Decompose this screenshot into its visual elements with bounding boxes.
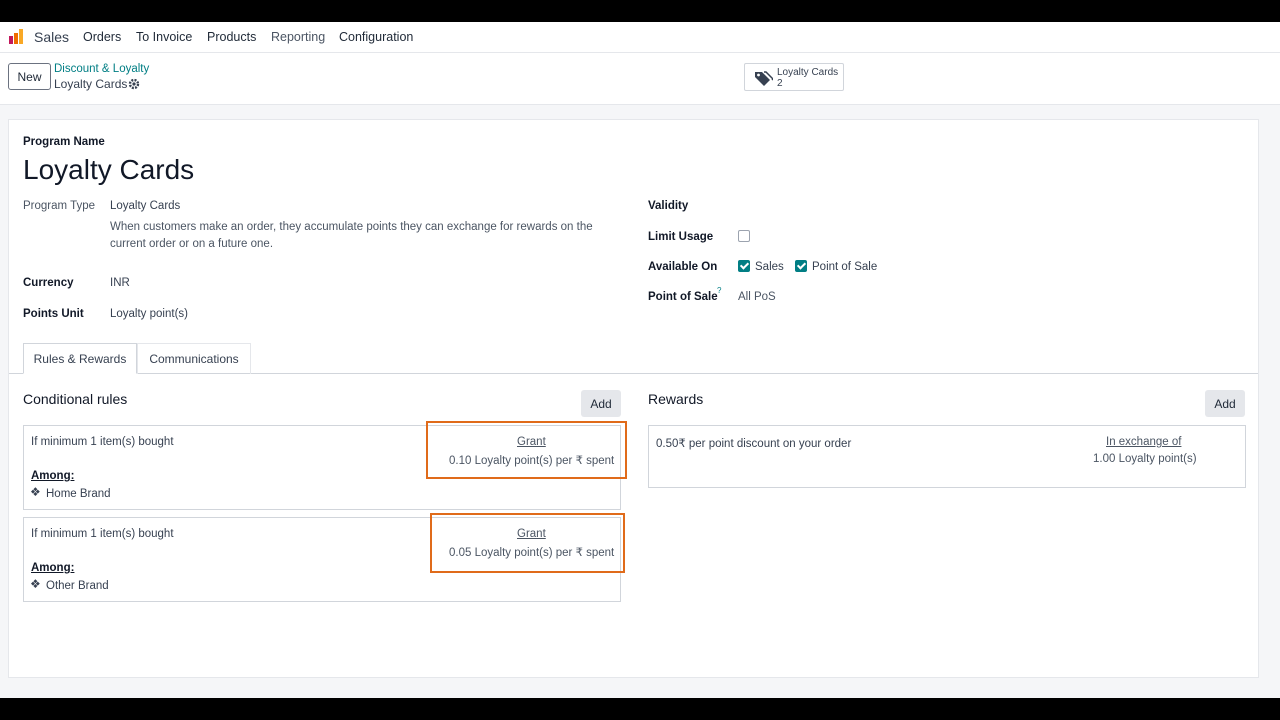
available-pos-label: Point of Sale bbox=[812, 261, 878, 273]
rule-among-label: Among: bbox=[31, 470, 75, 482]
currency-label: Currency bbox=[23, 277, 74, 289]
available-pos-checkbox[interactable] bbox=[795, 260, 807, 272]
limit-usage-checkbox[interactable] bbox=[738, 230, 750, 242]
rule-among-value: Other Brand bbox=[46, 580, 109, 592]
program-name-field[interactable]: Loyalty Cards bbox=[23, 154, 194, 186]
add-rule-button[interactable]: Add bbox=[581, 390, 621, 417]
available-sales-checkbox[interactable] bbox=[738, 260, 750, 272]
program-name-label: Program Name bbox=[23, 136, 105, 148]
menu-products[interactable]: Products bbox=[207, 30, 256, 44]
available-sales-label: Sales bbox=[755, 261, 784, 273]
smart-button-label: Loyalty Cards bbox=[777, 67, 839, 78]
form-sheet: Program Name Loyalty Cards Program Type … bbox=[8, 119, 1259, 678]
rule-among-label: Among: bbox=[31, 562, 75, 574]
reward-card[interactable]: 0.50₹ per point discount on your order I… bbox=[648, 425, 1246, 488]
app-name[interactable]: Sales bbox=[34, 29, 69, 45]
program-type-description: When customers make an order, they accum… bbox=[110, 221, 593, 250]
reward-exchange-label: In exchange of bbox=[1106, 436, 1182, 448]
smart-button-count: 2 bbox=[777, 78, 783, 89]
rewards-title: Rewards bbox=[648, 391, 704, 407]
highlight-box bbox=[430, 513, 625, 573]
top-navbar: Sales Orders To Invoice Products Reporti… bbox=[0, 22, 1280, 53]
reward-description: 0.50₹ per point discount on your order bbox=[656, 438, 852, 450]
point-of-sale-field[interactable]: All PoS bbox=[738, 291, 776, 303]
help-tooltip-icon[interactable]: ? bbox=[717, 286, 721, 295]
rule-condition: If minimum 1 item(s) bought bbox=[31, 528, 174, 540]
sales-app-icon[interactable] bbox=[8, 27, 26, 45]
program-type-label: Program Type bbox=[23, 200, 96, 212]
tab-communications[interactable]: Communications bbox=[137, 343, 251, 374]
cubes-icon: ❖ bbox=[30, 577, 41, 591]
new-button[interactable]: New bbox=[8, 63, 51, 90]
control-panel: New Discount & Loyalty Loyalty Cards Loy… bbox=[0, 53, 1280, 105]
validity-label: Validity bbox=[648, 200, 689, 212]
points-unit-label: Points Unit bbox=[23, 308, 84, 320]
point-of-sale-label: Point of Sale bbox=[648, 291, 718, 303]
menu-orders[interactable]: Orders bbox=[83, 30, 121, 44]
menu-configuration[interactable]: Configuration bbox=[339, 30, 413, 44]
add-reward-button[interactable]: Add bbox=[1205, 390, 1245, 417]
reward-exchange-value: 1.00 Loyalty point(s) bbox=[1093, 453, 1197, 465]
app-window: Sales Orders To Invoice Products Reporti… bbox=[0, 22, 1280, 698]
highlight-box bbox=[426, 421, 627, 479]
tags-icon bbox=[755, 71, 773, 86]
available-on-label: Available On bbox=[648, 261, 718, 273]
rule-condition: If minimum 1 item(s) bought bbox=[31, 436, 174, 448]
breadcrumb-parent[interactable]: Discount & Loyalty bbox=[54, 63, 149, 75]
rule-among-value: Home Brand bbox=[46, 488, 111, 500]
limit-usage-label: Limit Usage bbox=[648, 231, 714, 243]
points-unit-field[interactable]: Loyalty point(s) bbox=[110, 308, 188, 320]
currency-field[interactable]: INR bbox=[110, 277, 130, 289]
tab-rules-rewards[interactable]: Rules & Rewards bbox=[23, 343, 137, 374]
loyalty-cards-smart-button[interactable]: Loyalty Cards 2 bbox=[744, 63, 844, 91]
menu-to-invoice[interactable]: To Invoice bbox=[136, 30, 192, 44]
menu-reporting[interactable]: Reporting bbox=[271, 30, 325, 44]
cubes-icon: ❖ bbox=[30, 485, 41, 499]
conditional-rules-title: Conditional rules bbox=[23, 391, 128, 407]
program-type-field[interactable]: Loyalty Cards bbox=[110, 200, 180, 212]
gear-icon[interactable] bbox=[128, 78, 140, 90]
breadcrumb-current: Loyalty Cards bbox=[54, 77, 128, 91]
